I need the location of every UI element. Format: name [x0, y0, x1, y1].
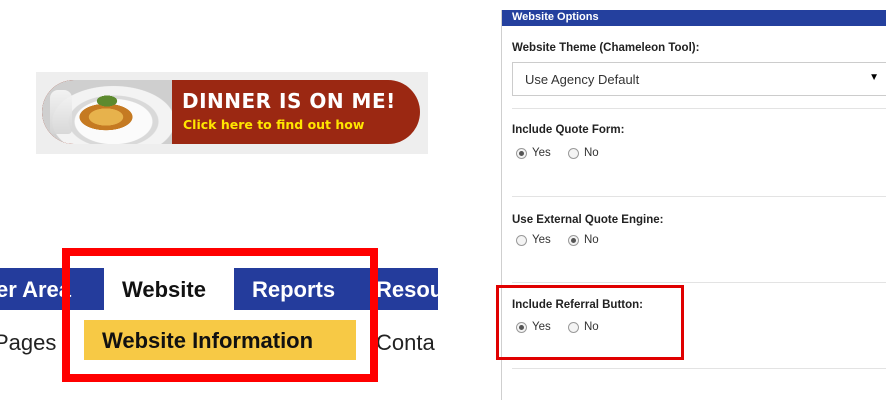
wine-glass-image	[50, 90, 72, 134]
subnav-item-website-information[interactable]: Website Information	[84, 320, 356, 360]
referral-yes-radio[interactable]	[516, 322, 527, 333]
theme-select-value: Use Agency Default	[525, 72, 640, 87]
divider	[512, 196, 886, 197]
panel-title: Website Options	[512, 11, 599, 23]
referral-no-label: No	[584, 321, 599, 333]
referral-no-radio[interactable]	[568, 322, 579, 333]
subnav-item-label: Website Information	[102, 328, 314, 353]
external-quote-yes-radio[interactable]	[516, 235, 527, 246]
theme-select[interactable]: Use Agency Default ▼	[512, 62, 886, 96]
website-options-panel: Website Options Website Theme (Chameleon…	[501, 10, 886, 400]
nav-item-member-area[interactable]: er Area	[0, 277, 71, 303]
divider	[512, 368, 886, 369]
tab-website[interactable]: Website	[104, 268, 234, 310]
quote-form-yes-label: Yes	[532, 147, 551, 159]
garnish-image	[94, 94, 120, 108]
main-nav: er Area Website Reports Resou	[0, 268, 438, 310]
nav-item-resources[interactable]: Resou	[376, 277, 438, 303]
external-quote-no-label: No	[584, 234, 599, 246]
quote-form-yes-radio[interactable]	[516, 148, 527, 159]
nav-item-reports[interactable]: Reports	[252, 277, 335, 303]
promo-banner[interactable]: DINNER IS ON ME! Click here to find out …	[42, 80, 420, 144]
subnav-item-pages[interactable]: Pages	[0, 330, 56, 356]
banner-subtitle: Click here to find out how	[183, 117, 365, 132]
quote-form-label: Include Quote Form:	[512, 124, 625, 136]
external-quote-no-radio[interactable]	[568, 235, 579, 246]
referral-yes-label: Yes	[532, 321, 551, 333]
tab-website-label: Website	[122, 277, 206, 302]
subnav-item-contact[interactable]: Conta	[376, 330, 435, 356]
referral-label: Include Referral Button:	[512, 299, 643, 311]
divider	[512, 282, 886, 283]
dropdown-arrow-icon: ▼	[869, 72, 879, 83]
quote-form-no-label: No	[584, 147, 599, 159]
quote-form-no-radio[interactable]	[568, 148, 579, 159]
panel-header: Website Options	[502, 10, 886, 26]
promo-banner-container: DINNER IS ON ME! Click here to find out …	[36, 72, 428, 154]
external-quote-label: Use External Quote Engine:	[512, 214, 664, 226]
theme-label: Website Theme (Chameleon Tool):	[512, 42, 700, 54]
banner-title: DINNER IS ON ME!	[182, 89, 396, 113]
sub-nav: Pages Website Information Conta	[0, 318, 438, 362]
external-quote-yes-label: Yes	[532, 234, 551, 246]
divider	[512, 108, 886, 109]
